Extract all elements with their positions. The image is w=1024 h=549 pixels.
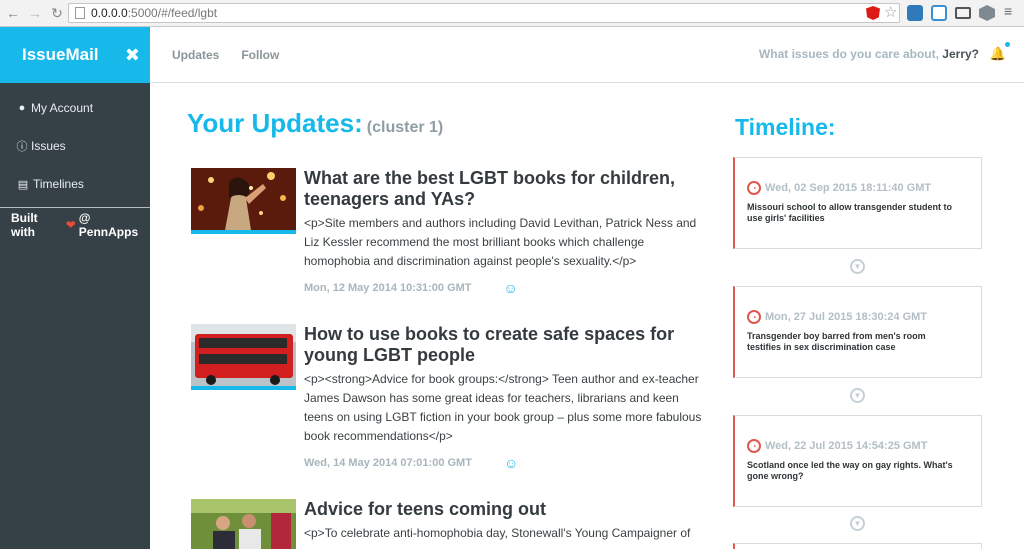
- post-image: [191, 499, 296, 549]
- timeline-card[interactable]: ◔ Wed, 22 Jul 2015 14:54:25 GMT Scotland…: [733, 415, 982, 507]
- user-name: Jerry?: [942, 47, 979, 61]
- smile-icon[interactable]: ☺: [504, 280, 518, 296]
- cast-icon[interactable]: [955, 7, 971, 19]
- timeline-heading: Timeline:: [735, 114, 836, 140]
- close-icon[interactable]: ✖: [125, 45, 140, 66]
- extension-frame-icon[interactable]: [931, 5, 947, 21]
- timeline-date-row: ◔ Wed, 02 Sep 2015 18:11:40 GMT: [747, 181, 981, 195]
- heart-icon: ❤: [65, 218, 76, 232]
- post-meta: Wed, 14 May 2014 07:01:00 GMT ☺: [304, 455, 709, 471]
- sidebar-item-label: Timelines: [33, 177, 84, 191]
- built-prefix: Built with: [11, 211, 38, 239]
- notifications-bell-icon[interactable]: 🔔: [990, 46, 1006, 62]
- timeline-date: Wed, 02 Sep 2015 18:11:40 GMT: [765, 182, 932, 194]
- smile-icon[interactable]: ☺: [504, 455, 518, 471]
- sidebar-item-my-account[interactable]: ● My Account: [0, 89, 150, 127]
- post-thumbnail[interactable]: [191, 324, 296, 390]
- timeline-card[interactable]: ◔ Wed, 02 Sep 2015 18:11:40 GMT Missouri…: [733, 157, 982, 249]
- sidebar-item-timelines[interactable]: ▤ Timelines: [0, 165, 150, 203]
- timeline-headline[interactable]: Transgender boy barred from men's room t…: [747, 331, 962, 353]
- prompt-text: What issues do you care about,: [758, 47, 939, 61]
- post-thumbnail[interactable]: [191, 168, 296, 234]
- newspaper-icon: ▤: [17, 178, 29, 191]
- timeline-date-row: ◔ Mon, 27 Jul 2015 18:30:24 GMT: [747, 310, 981, 324]
- sidebar-menu: ● My Account ⓘ Issues ▤ Timelines: [0, 83, 150, 203]
- timeline-card-partial: [733, 543, 982, 549]
- clock-icon: ◔: [747, 439, 761, 453]
- feed-post[interactable]: How to use books to create safe spaces f…: [191, 324, 711, 474]
- url-path: :5000/#/feed/lgbt: [127, 6, 218, 20]
- chevron-down-icon[interactable]: ▼: [850, 259, 865, 274]
- chevron-down-icon[interactable]: ▼: [850, 516, 865, 531]
- url-host: 0.0.0.0: [91, 6, 128, 20]
- feed-title: Your Updates:: [187, 108, 363, 138]
- nav-follow-link[interactable]: Follow: [241, 48, 279, 62]
- nav-updates-link[interactable]: Updates: [172, 48, 219, 62]
- post-image: [191, 324, 296, 386]
- sidebar: IssueMail ✖ ● My Account ⓘ Issues ▤ Time…: [0, 27, 150, 549]
- feed-heading: Your Updates: (cluster 1): [187, 108, 443, 139]
- brand-bar: IssueMail ✖: [0, 27, 150, 83]
- post-body: How to use books to create safe spaces f…: [304, 324, 709, 471]
- post-description: <p>To celebrate anti-homophobia day, Sto…: [304, 526, 691, 540]
- menu-icon[interactable]: ≡: [1004, 3, 1020, 19]
- sidebar-item-label: My Account: [31, 101, 94, 115]
- post-date: Mon, 12 May 2014 10:31:00 GMT: [304, 282, 472, 294]
- post-body: What are the best LGBT books for childre…: [304, 168, 709, 296]
- timeline-card[interactable]: ◔ Mon, 27 Jul 2015 18:30:24 GMT Transgen…: [733, 286, 982, 378]
- post-description: <p><strong>Advice for book groups:</stro…: [304, 372, 702, 443]
- user-icon: ●: [18, 102, 26, 114]
- page-icon: [75, 7, 85, 19]
- post-body: Advice for teens coming out <p>To celebr…: [304, 499, 709, 543]
- post-image: [191, 168, 296, 230]
- browser-toolbar: ← → ↻ 0.0.0.0:5000/#/feed/lgbt ☆ ≡: [0, 0, 1024, 27]
- built-with-credit: Built with ❤ @ PennApps: [0, 208, 150, 242]
- back-icon[interactable]: ←: [4, 4, 22, 22]
- feed-cluster: (cluster 1): [366, 119, 444, 136]
- post-title[interactable]: What are the best LGBT books for childre…: [304, 168, 709, 210]
- forward-icon[interactable]: →: [26, 4, 44, 22]
- info-icon: ⓘ: [16, 141, 28, 153]
- post-title[interactable]: Advice for teens coming out: [304, 499, 709, 520]
- extension-a-icon[interactable]: [979, 5, 995, 21]
- address-bar[interactable]: 0.0.0.0:5000/#/feed/lgbt: [68, 3, 900, 23]
- timeline-date: Wed, 22 Jul 2015 14:54:25 GMT: [765, 440, 928, 452]
- issues-prompt: What issues do you care about, Jerry?: [759, 47, 979, 61]
- post-meta: Mon, 12 May 2014 10:31:00 GMT ☺: [304, 280, 709, 296]
- clock-icon: ◔: [747, 310, 761, 324]
- post-description: <p>Site members and authors including Da…: [304, 216, 697, 268]
- feed-post[interactable]: What are the best LGBT books for childre…: [191, 168, 711, 298]
- timeline-headline[interactable]: Scotland once led the way on gay rights.…: [747, 460, 962, 482]
- bookmark-star-icon[interactable]: ☆: [884, 3, 900, 21]
- reload-icon[interactable]: ↻: [48, 4, 66, 22]
- built-suffix: @ PennApps: [78, 211, 139, 239]
- post-thumbnail[interactable]: [191, 499, 296, 549]
- extension-s-icon[interactable]: [907, 5, 923, 21]
- chevron-down-icon[interactable]: ▼: [850, 388, 865, 403]
- notification-dot: [1005, 42, 1010, 47]
- sidebar-item-issues[interactable]: ⓘ Issues: [0, 127, 150, 165]
- clock-icon: ◔: [747, 181, 761, 195]
- brand-logo[interactable]: IssueMail: [22, 45, 99, 65]
- sidebar-item-label: Issues: [31, 139, 66, 153]
- top-navigation: Updates Follow What issues do you care a…: [150, 27, 1024, 83]
- post-date: Wed, 14 May 2014 07:01:00 GMT: [304, 457, 472, 469]
- feed-post[interactable]: Advice for teens coming out <p>To celebr…: [191, 499, 711, 549]
- timeline-headline[interactable]: Missouri school to allow transgender stu…: [747, 202, 962, 224]
- timeline-date: Mon, 27 Jul 2015 18:30:24 GMT: [765, 311, 928, 323]
- timeline-date-row: ◔ Wed, 22 Jul 2015 14:54:25 GMT: [747, 439, 981, 453]
- post-title[interactable]: How to use books to create safe spaces f…: [304, 324, 709, 366]
